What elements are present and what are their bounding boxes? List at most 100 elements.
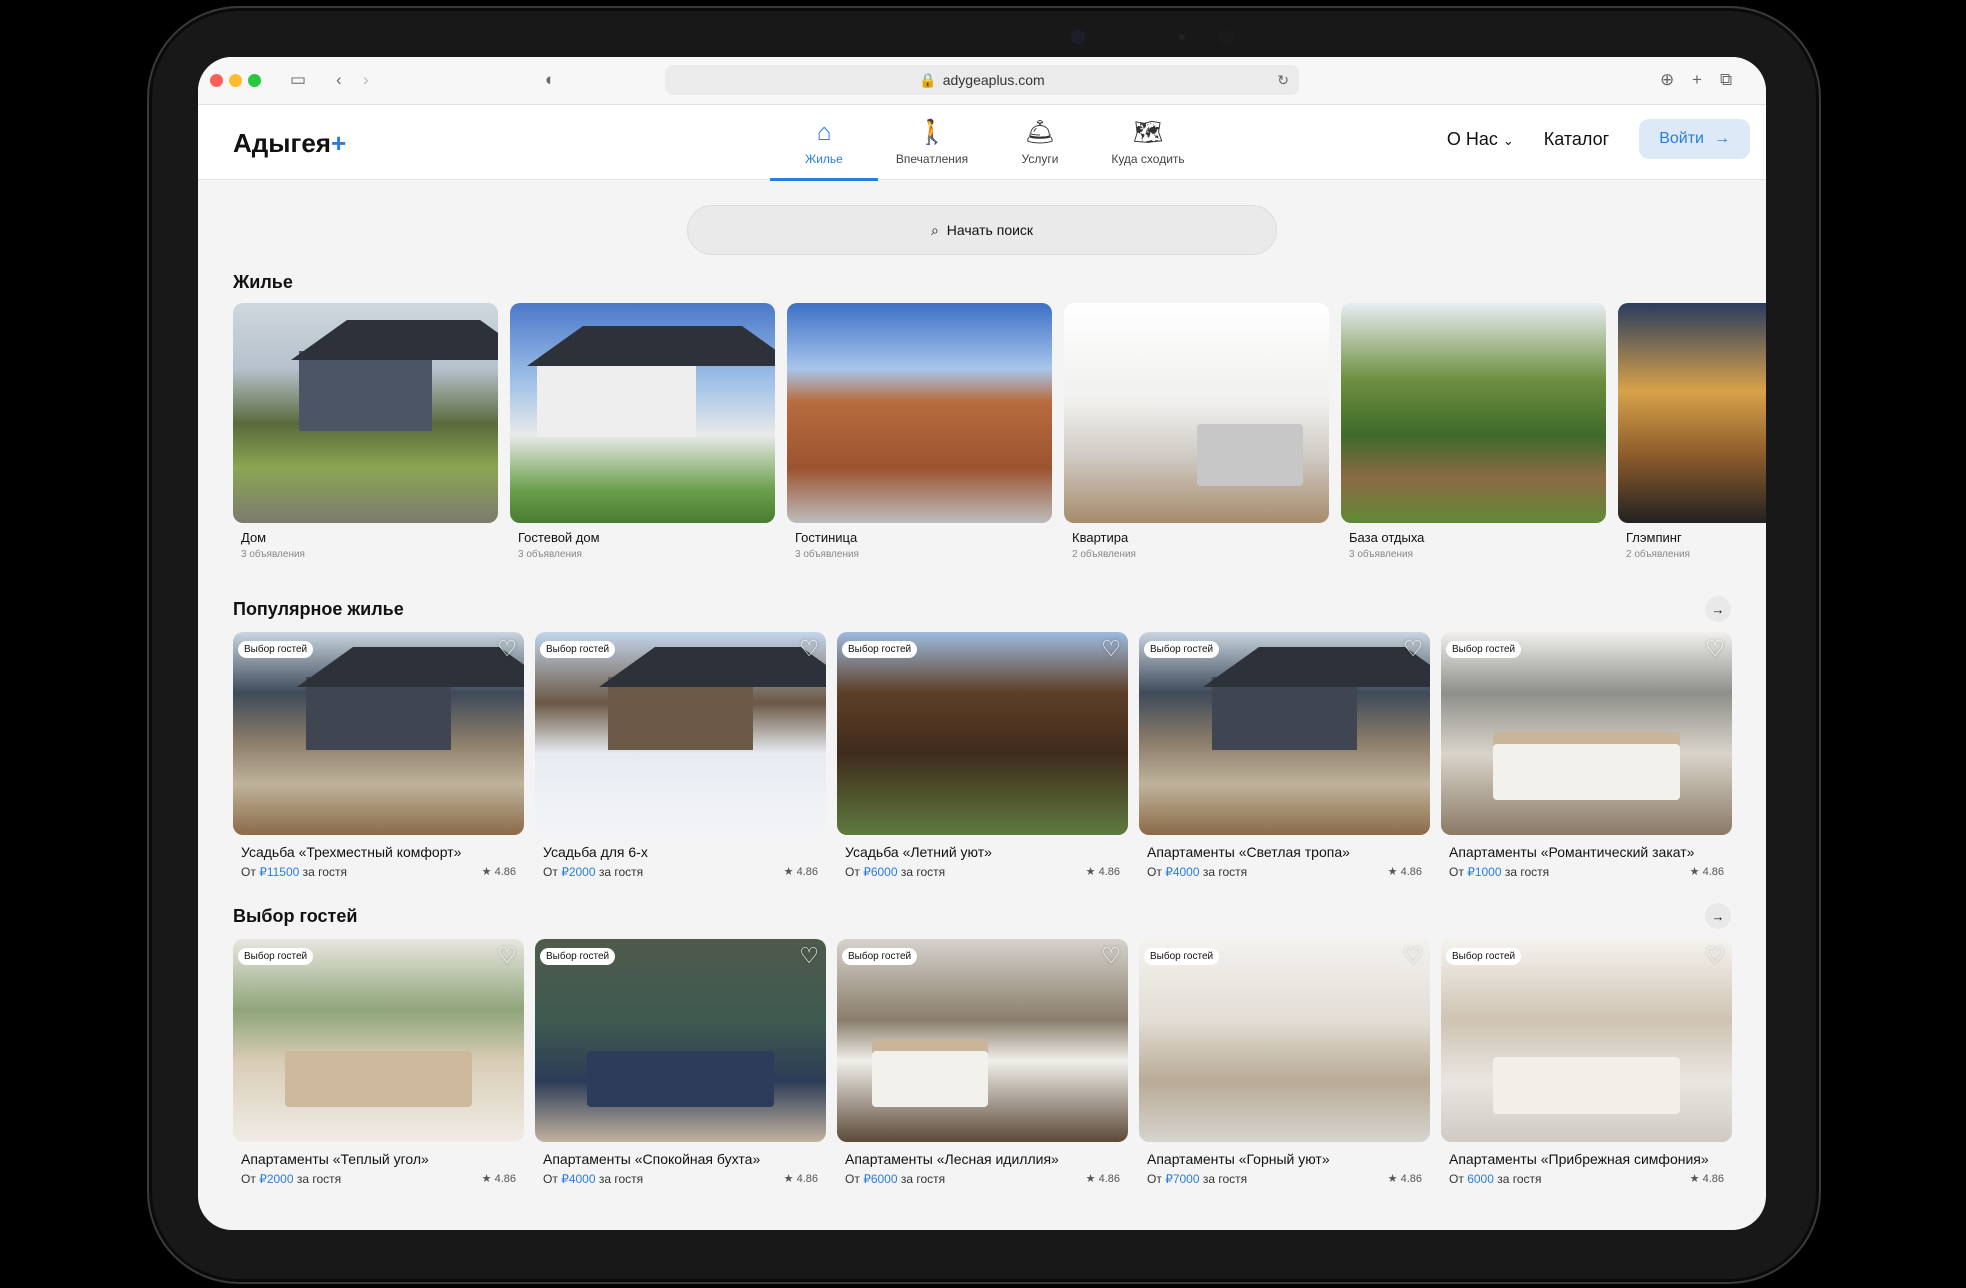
tab-label: Услуги	[1021, 151, 1059, 166]
category-card[interactable]: Гостиница 3 объявления	[787, 303, 1052, 560]
privacy-shield-icon[interactable]: ◐	[545, 70, 555, 90]
listing-image: Выбор гостей ♡	[1139, 632, 1430, 835]
category-count: 3 объявления	[241, 549, 305, 560]
price-prefix: От	[241, 865, 256, 879]
guest-choice-badge: Выбор гостей	[1446, 641, 1522, 658]
back-icon[interactable]: ‹	[336, 70, 342, 90]
category-image	[1341, 303, 1606, 523]
listing-card[interactable]: Выбор гостей ♡ Апартаменты «Лесная идилли…	[837, 939, 1128, 1186]
heart-icon[interactable]: ♡	[1403, 944, 1423, 968]
guest-choice-badge: Выбор гостей	[540, 641, 616, 658]
listing-card[interactable]: Выбор гостей ♡ Апартаменты «Прибрежная си…	[1441, 939, 1732, 1186]
heart-icon[interactable]: ♡	[799, 637, 819, 661]
listing-card[interactable]: Выбор гостей ♡ Усадьба для 6-х От ₽2000 з…	[535, 632, 826, 879]
forward-icon[interactable]: ›	[363, 70, 369, 90]
heart-icon[interactable]: ♡	[497, 944, 517, 968]
guest-choice-badge: Выбор гостей	[238, 641, 314, 658]
tab-housing[interactable]: ⌂ Жилье	[770, 105, 878, 181]
category-card[interactable]: Дом 3 объявления	[233, 303, 498, 560]
tabs-overview-icon[interactable]: ⧉	[1720, 70, 1732, 90]
new-tab-icon[interactable]: +	[1692, 70, 1702, 90]
tab-experiences[interactable]: 🚶 Впечатления	[878, 105, 986, 180]
listing-meta: От ₽6000 за гостя ★ 4.86	[845, 865, 1120, 879]
tab-services[interactable]: 🛎 Услуги	[986, 105, 1094, 180]
listing-rating: ★ 4.86	[783, 866, 818, 878]
listing-price: ₽4000	[561, 1172, 596, 1186]
about-dropdown[interactable]: О Нас ⌄	[1447, 129, 1514, 150]
catalog-link[interactable]: Каталог	[1544, 129, 1609, 150]
download-icon[interactable]: ⊕	[1660, 70, 1674, 90]
listing-card[interactable]: Выбор гостей ♡ Усадьба «Летний уют» От ₽6…	[837, 632, 1128, 879]
close-window-button[interactable]	[210, 74, 223, 87]
listing-card[interactable]: Выбор гостей ♡ Апартаменты «Светлая тропа…	[1139, 632, 1430, 879]
listing-rating: ★ 4.86	[1085, 866, 1120, 878]
price-prefix: От	[1147, 1172, 1162, 1186]
listing-card[interactable]: Выбор гостей ♡ Усадьба «Трехместный комфо…	[233, 632, 524, 879]
login-button[interactable]: Войти →	[1639, 119, 1750, 159]
address-bar[interactable]: 🔒 adygeaplus.com ↻	[665, 65, 1299, 95]
sidebar-toggle-icon[interactable]: ▭	[290, 70, 306, 90]
price-suffix: за гостя	[296, 1172, 342, 1186]
hiker-icon: 🚶	[917, 118, 947, 146]
listing-card[interactable]: Выбор гостей ♡ Апартаменты «Спокойная бух…	[535, 939, 826, 1186]
sensor	[1217, 28, 1235, 46]
listing-name: Усадьба для 6-х	[543, 844, 648, 860]
heart-icon[interactable]: ♡	[1101, 944, 1121, 968]
heart-icon[interactable]: ♡	[799, 944, 819, 968]
search-bar[interactable]: ⌕ Начать поиск	[687, 205, 1277, 255]
heart-icon[interactable]: ♡	[1403, 637, 1423, 661]
category-card[interactable]: Квартира 2 объявления	[1064, 303, 1329, 560]
listing-price: ₽6000	[863, 1172, 898, 1186]
heart-icon[interactable]: ♡	[1705, 944, 1725, 968]
price-prefix: От	[845, 865, 860, 879]
listing-image: Выбор гостей ♡	[535, 632, 826, 835]
category-name: Глэмпинг	[1626, 530, 1682, 545]
listing-meta: От ₽2000 за гостя ★ 4.86	[241, 1172, 516, 1186]
category-name: Гостевой дом	[518, 530, 600, 545]
chevron-down-icon: ⌄	[1502, 132, 1514, 148]
category-card[interactable]: Глэмпинг 2 объявления	[1618, 303, 1766, 560]
category-card[interactable]: База отдыха 3 объявления	[1341, 303, 1606, 560]
heart-icon[interactable]: ♡	[497, 637, 517, 661]
about-label: О Нас	[1446, 128, 1498, 149]
minimize-window-button[interactable]	[229, 74, 242, 87]
arrow-right-icon: →	[1711, 601, 1725, 617]
listing-price: ₽11500	[259, 865, 300, 879]
listing-rating: ★ 4.86	[481, 1173, 516, 1185]
arrow-right-icon: →	[1711, 908, 1725, 924]
guest-choice-list: Выбор гостей ♡ Апартаменты «Теплый угол» …	[233, 939, 1732, 1186]
search-icon: ⌕	[930, 221, 939, 238]
guest-choice-next-button[interactable]: →	[1705, 903, 1731, 929]
price-prefix: От	[1147, 865, 1162, 879]
site-logo[interactable]: Адыгея+	[233, 128, 346, 159]
maximize-window-button[interactable]	[248, 74, 261, 87]
listing-card[interactable]: Выбор гостей ♡ Апартаменты «Романтический…	[1441, 632, 1732, 879]
tab-places[interactable]: 🗺 Куда сходить	[1094, 105, 1202, 180]
listing-price: ₽2000	[561, 865, 596, 879]
price-prefix: От	[1449, 865, 1464, 879]
lock-icon: 🔒	[919, 71, 937, 88]
listing-image: Выбор гостей ♡	[1441, 939, 1732, 1142]
price-suffix: за гостя	[900, 1172, 946, 1186]
listing-price: ₽4000	[1165, 865, 1200, 879]
browser-toolbar: ▭ ‹ › ◐ 🔒 adygeaplus.com ↻ ⊕ + ⧉	[198, 57, 1766, 105]
category-card[interactable]: Гостевой дом 3 объявления	[510, 303, 775, 560]
listing-rating: ★ 4.86	[1689, 866, 1724, 878]
category-tabs: ⌂ Жилье 🚶 Впечатления 🛎 Услуги 🗺 Куда сх…	[770, 105, 1202, 181]
reload-icon[interactable]: ↻	[1277, 72, 1289, 89]
listing-image: Выбор гостей ♡	[1139, 939, 1430, 1142]
price-suffix: за гостя	[1504, 865, 1550, 879]
house-icon: ⌂	[816, 118, 832, 146]
listing-meta: От ₽4000 за гостя ★ 4.86	[1147, 865, 1422, 879]
listing-card[interactable]: Выбор гостей ♡ Апартаменты «Теплый угол» …	[233, 939, 524, 1186]
guest-choice-badge: Выбор гостей	[842, 641, 918, 658]
guest-choice-badge: Выбор гостей	[1144, 948, 1220, 965]
category-image	[1064, 303, 1329, 523]
map-pin-icon: 🗺	[1132, 118, 1164, 146]
price-prefix: От	[1449, 1172, 1464, 1186]
popular-next-button[interactable]: →	[1705, 596, 1731, 622]
heart-icon[interactable]: ♡	[1101, 637, 1121, 661]
heart-icon[interactable]: ♡	[1705, 637, 1725, 661]
listing-card[interactable]: Выбор гостей ♡ Апартаменты «Горный уют» О…	[1139, 939, 1430, 1186]
listing-rating: ★ 4.86	[1387, 1173, 1422, 1185]
